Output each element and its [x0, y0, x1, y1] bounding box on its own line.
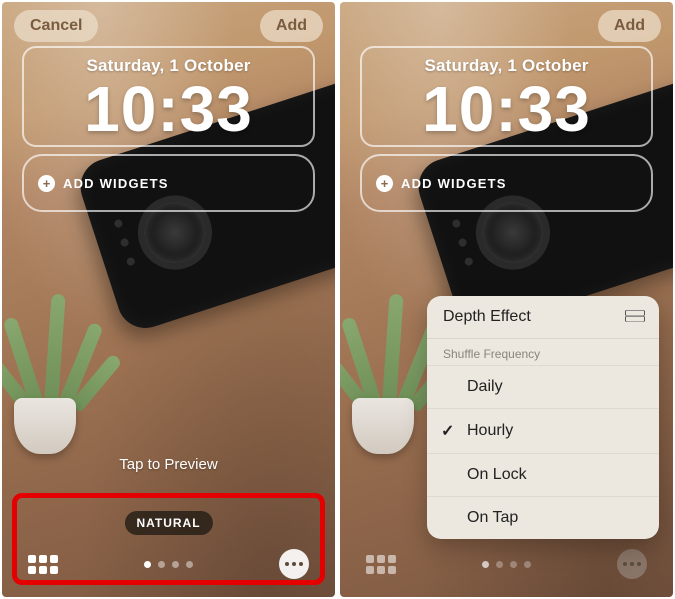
- option-label: Hourly: [467, 422, 513, 440]
- time-label: 10:33: [366, 76, 647, 143]
- checkmark-icon: ✓: [441, 421, 457, 441]
- date-time-widget-frame[interactable]: Saturday, 1 October 10:33: [360, 46, 653, 147]
- more-options-popup: Depth Effect Shuffle Frequency Daily ✓ H…: [427, 296, 659, 539]
- plus-icon: +: [376, 175, 393, 192]
- photo-style-label: NATURAL: [124, 511, 212, 535]
- cancel-button[interactable]: Cancel: [14, 10, 98, 42]
- style-page-indicator[interactable]: [482, 561, 531, 568]
- option-label: On Tap: [467, 509, 518, 527]
- more-options-button[interactable]: [279, 549, 309, 579]
- gallery-grid-icon[interactable]: [366, 555, 396, 574]
- time-label: 10:33: [28, 76, 309, 143]
- depth-effect-row[interactable]: Depth Effect: [427, 296, 659, 338]
- lockscreen-editor-right: Add Saturday, 1 October 10:33 + ADD WIDG…: [340, 2, 673, 597]
- add-button[interactable]: Add: [598, 10, 661, 42]
- shuffle-option-on-lock[interactable]: On Lock: [427, 453, 659, 496]
- date-time-widget-frame[interactable]: Saturday, 1 October 10:33: [22, 46, 315, 147]
- add-widgets-area[interactable]: + ADD WIDGETS: [22, 154, 315, 212]
- add-widgets-label: ADD WIDGETS: [63, 176, 169, 191]
- style-page-indicator[interactable]: [144, 561, 193, 568]
- bottom-toolbar: [2, 549, 335, 579]
- lockscreen-editor-left: Cancel Add Saturday, 1 October 10:33 + A…: [2, 2, 335, 597]
- add-widgets-label: ADD WIDGETS: [401, 176, 507, 191]
- plus-icon: +: [38, 175, 55, 192]
- option-label: Daily: [467, 378, 503, 396]
- shuffle-option-hourly[interactable]: ✓ Hourly: [427, 408, 659, 453]
- add-widgets-area[interactable]: + ADD WIDGETS: [360, 154, 653, 212]
- tap-to-preview-hint[interactable]: Tap to Preview: [2, 456, 335, 473]
- add-button[interactable]: Add: [260, 10, 323, 42]
- shuffle-option-on-tap[interactable]: On Tap: [427, 496, 659, 539]
- shuffle-option-daily[interactable]: Daily: [427, 365, 659, 408]
- shuffle-frequency-section-label: Shuffle Frequency: [427, 338, 659, 365]
- more-options-button[interactable]: [617, 549, 647, 579]
- option-label: On Lock: [467, 466, 527, 484]
- depth-effect-label: Depth Effect: [443, 308, 531, 326]
- wallpaper-plant-prop: [2, 264, 104, 454]
- layers-icon: [625, 310, 643, 324]
- gallery-grid-icon[interactable]: [28, 555, 58, 574]
- bottom-toolbar: [340, 549, 673, 579]
